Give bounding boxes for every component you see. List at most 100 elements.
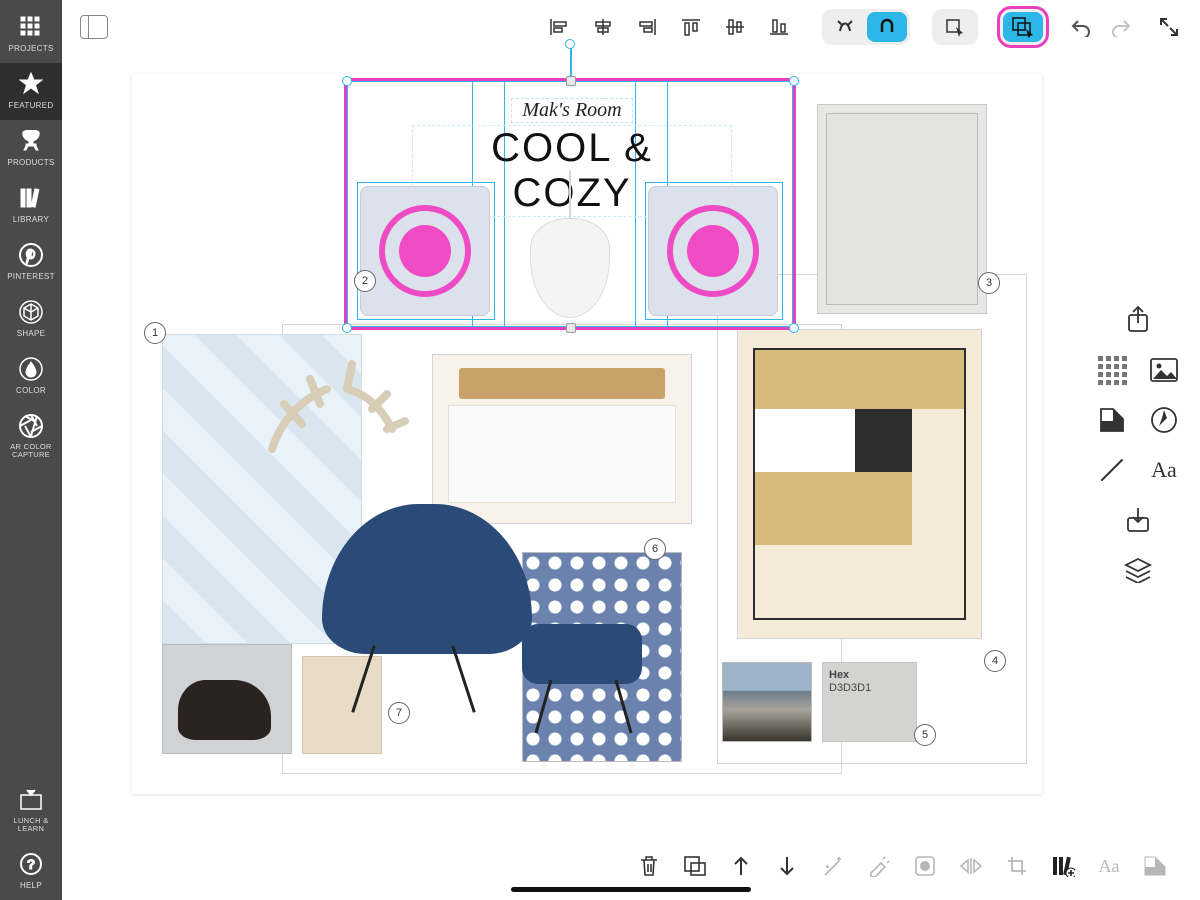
selection-handle-s[interactable] [566, 323, 576, 333]
send-backward-button[interactable] [774, 853, 800, 879]
moodboard-canvas[interactable]: 1 3 4 6 Hex [132, 74, 1042, 794]
tv-icon [18, 787, 44, 813]
sidebar-item-featured[interactable]: FEATURED [0, 63, 62, 120]
snap-button[interactable] [867, 12, 907, 42]
text-button[interactable]: Aa [1144, 450, 1184, 490]
selection-handle-ne[interactable] [789, 76, 799, 86]
select-behind-button[interactable] [935, 12, 975, 42]
align-top-button[interactable] [678, 14, 704, 40]
delete-button[interactable] [636, 853, 662, 879]
sidebar-label: FEATURED [9, 101, 54, 110]
sidebar-label: PINTEREST [7, 272, 55, 281]
item-tag: 4 [984, 650, 1006, 672]
grid-icon [18, 14, 44, 40]
canvas-viewport[interactable]: 1 3 4 6 Hex [62, 54, 1200, 900]
bring-forward-button[interactable] [728, 853, 754, 879]
draw-button[interactable] [1092, 450, 1132, 490]
sidebar-label: COLOR [16, 386, 46, 395]
mask-button [912, 853, 938, 879]
compass-button[interactable] [1144, 400, 1184, 440]
sidebar-item-ar-color[interactable]: AR COLOR CAPTURE [0, 405, 62, 470]
panel-toggle-button[interactable] [80, 15, 108, 39]
flip-button [958, 853, 984, 879]
align-vcenter-button[interactable] [722, 14, 748, 40]
select-mode-group-b [1000, 9, 1046, 45]
crop-button [1004, 853, 1030, 879]
freeform-button[interactable] [825, 12, 865, 42]
add-to-library-button[interactable] [1050, 853, 1076, 879]
item-tag: 3 [978, 272, 1000, 294]
select-mode-group-a [932, 9, 978, 45]
board-item-bed[interactable] [432, 354, 692, 524]
board-item-swatch[interactable]: Hex D3D3D1 [822, 662, 917, 742]
alignment-group [546, 14, 792, 40]
sidebar-label: PRODUCTS [7, 158, 54, 167]
books-icon [18, 185, 44, 211]
sidebar-item-projects[interactable]: PROJECTS [0, 6, 62, 63]
magic-wand-button [820, 853, 846, 879]
chair-icon [18, 128, 44, 154]
home-indicator [511, 887, 751, 892]
selection-handle-se[interactable] [789, 323, 799, 333]
right-tool-panel: Aa [1088, 300, 1188, 590]
board-item-pillow-left[interactable] [360, 186, 490, 316]
duplicate-button[interactable] [682, 853, 708, 879]
sidebar-item-help[interactable]: ? HELP [0, 843, 62, 900]
sidebar-item-color[interactable]: COLOR [0, 348, 62, 405]
droplet-icon [18, 356, 44, 382]
pattern-grid-button[interactable] [1092, 350, 1132, 390]
group-select-button[interactable] [1003, 12, 1043, 42]
redo-button[interactable] [1108, 14, 1134, 40]
align-bottom-button[interactable] [766, 14, 792, 40]
sidebar-item-library[interactable]: LIBRARY [0, 177, 62, 234]
board-item-chair[interactable] [322, 504, 662, 754]
main-area: 1 3 4 6 Hex [62, 0, 1200, 900]
aperture-icon [18, 413, 44, 439]
board-item-poster[interactable] [817, 104, 987, 314]
align-right-button[interactable] [634, 14, 660, 40]
app-root: PROJECTS FEATURED PRODUCTS LIBRARY PINTE… [0, 0, 1200, 900]
align-left-button[interactable] [546, 14, 572, 40]
board-item-shelf[interactable] [737, 329, 982, 639]
sidebar-item-shape[interactable]: SHAPE [0, 291, 62, 348]
selection-handle-sw[interactable] [342, 323, 352, 333]
context-toolbar: Aa [626, 846, 1178, 886]
sidebar-item-pinterest[interactable]: PINTEREST [0, 234, 62, 291]
share-button[interactable] [1118, 300, 1158, 340]
board-item-photo[interactable] [722, 662, 812, 742]
board-subtitle[interactable]: Mak's Room [511, 98, 632, 123]
sidebar-label: HELP [20, 881, 42, 890]
import-button[interactable] [1118, 500, 1158, 540]
board-item-bear[interactable] [162, 644, 292, 754]
sidebar-label: SHAPE [17, 329, 46, 338]
image-button[interactable] [1144, 350, 1184, 390]
left-sidebar: PROJECTS FEATURED PRODUCTS LIBRARY PINTE… [0, 0, 62, 900]
sidebar-item-lunch-learn[interactable]: LUNCH & LEARN [0, 779, 62, 844]
layers-button[interactable] [1118, 550, 1158, 590]
selection-rotate-handle[interactable] [565, 39, 575, 49]
sidebar-label: PROJECTS [8, 44, 53, 53]
star-icon [18, 71, 44, 97]
selection-handle-nw[interactable] [342, 76, 352, 86]
fullscreen-button[interactable] [1156, 14, 1182, 40]
pinterest-icon [18, 242, 44, 268]
sidebar-item-products[interactable]: PRODUCTS [0, 120, 62, 177]
magic-erase-button [866, 853, 892, 879]
swatch-label: Hex [829, 669, 910, 681]
svg-text:?: ? [27, 856, 36, 872]
item-tag: 2 [354, 270, 376, 292]
board-item-antler[interactable] [252, 354, 412, 464]
align-hcenter-button[interactable] [590, 14, 616, 40]
board-item-pillow-right[interactable] [648, 186, 778, 316]
cube-icon [18, 299, 44, 325]
text-style-button: Aa [1096, 853, 1122, 879]
swatch-value: D3D3D1 [829, 682, 871, 694]
item-tag: 5 [914, 724, 936, 746]
sidebar-label: LUNCH & LEARN [0, 817, 62, 834]
undo-button[interactable] [1068, 14, 1094, 40]
selection-handle-n[interactable] [566, 76, 576, 86]
swatch-button[interactable] [1092, 400, 1132, 440]
board-item-pendant[interactable] [520, 170, 620, 320]
sidebar-label: LIBRARY [13, 215, 49, 224]
help-icon: ? [18, 851, 44, 877]
